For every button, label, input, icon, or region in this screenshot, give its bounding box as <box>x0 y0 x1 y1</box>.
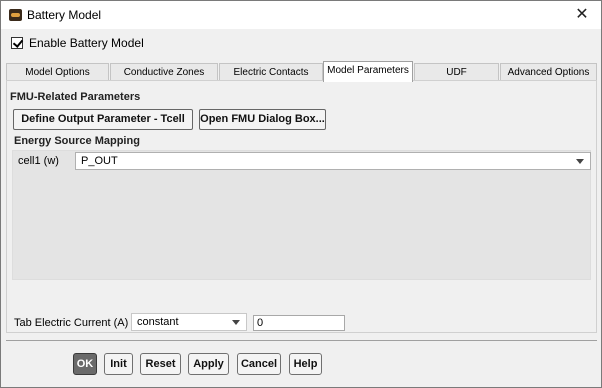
apply-button[interactable]: Apply <box>188 353 229 375</box>
reset-button[interactable]: Reset <box>140 353 181 375</box>
tab-electric-contacts[interactable]: Electric Contacts <box>219 63 323 81</box>
enable-battery-model-label: Enable Battery Model <box>29 36 144 50</box>
fmu-section-title: FMU-Related Parameters <box>10 91 141 103</box>
tab-bar: Model Options Conductive Zones Electric … <box>6 61 597 82</box>
dialog-content: Enable Battery Model Model Options Condu… <box>1 29 601 387</box>
window-title: Battery Model <box>27 8 102 22</box>
enable-battery-model-row[interactable]: Enable Battery Model <box>11 35 144 51</box>
define-output-parameter-button[interactable]: Define Output Parameter - Tcell <box>13 109 193 130</box>
tab-current-method-value: constant <box>137 316 179 328</box>
tab-model-parameters[interactable]: Model Parameters <box>323 61 413 82</box>
init-button[interactable]: Init <box>104 353 133 375</box>
title-bar: Battery Model ✕ <box>1 1 601 29</box>
cell1-source-value: P_OUT <box>81 155 118 167</box>
tab-electric-current-label: Tab Electric Current (A) <box>14 317 129 329</box>
tab-current-value-input[interactable]: 0 <box>253 315 345 331</box>
tab-conductive-zones[interactable]: Conductive Zones <box>110 63 218 81</box>
tab-advanced-options[interactable]: Advanced Options <box>500 63 597 81</box>
cell1-label: cell1 (w) <box>18 155 59 167</box>
enable-battery-model-checkbox[interactable] <box>11 37 23 49</box>
footer-divider <box>6 340 597 341</box>
model-parameters-panel: FMU-Related Parameters Define Output Par… <box>6 80 597 333</box>
tab-model-options[interactable]: Model Options <box>6 63 109 81</box>
battery-model-dialog: Battery Model ✕ Enable Battery Model Mod… <box>0 0 602 388</box>
app-icon <box>9 9 22 21</box>
help-button[interactable]: Help <box>289 353 322 375</box>
energy-source-mapping-area: cell1 (w) P_OUT <box>12 150 591 280</box>
open-fmu-dialog-button[interactable]: Open FMU Dialog Box... <box>199 109 326 130</box>
tab-udf[interactable]: UDF <box>414 63 499 81</box>
cancel-button[interactable]: Cancel <box>237 353 281 375</box>
ok-button[interactable]: OK <box>73 353 97 375</box>
chevron-down-icon <box>232 320 240 325</box>
close-icon[interactable]: ✕ <box>573 5 591 23</box>
chevron-down-icon <box>576 159 584 164</box>
tab-current-method-select[interactable]: constant <box>131 313 247 331</box>
cell1-source-select[interactable]: P_OUT <box>75 152 591 170</box>
energy-source-mapping-title: Energy Source Mapping <box>14 135 140 147</box>
